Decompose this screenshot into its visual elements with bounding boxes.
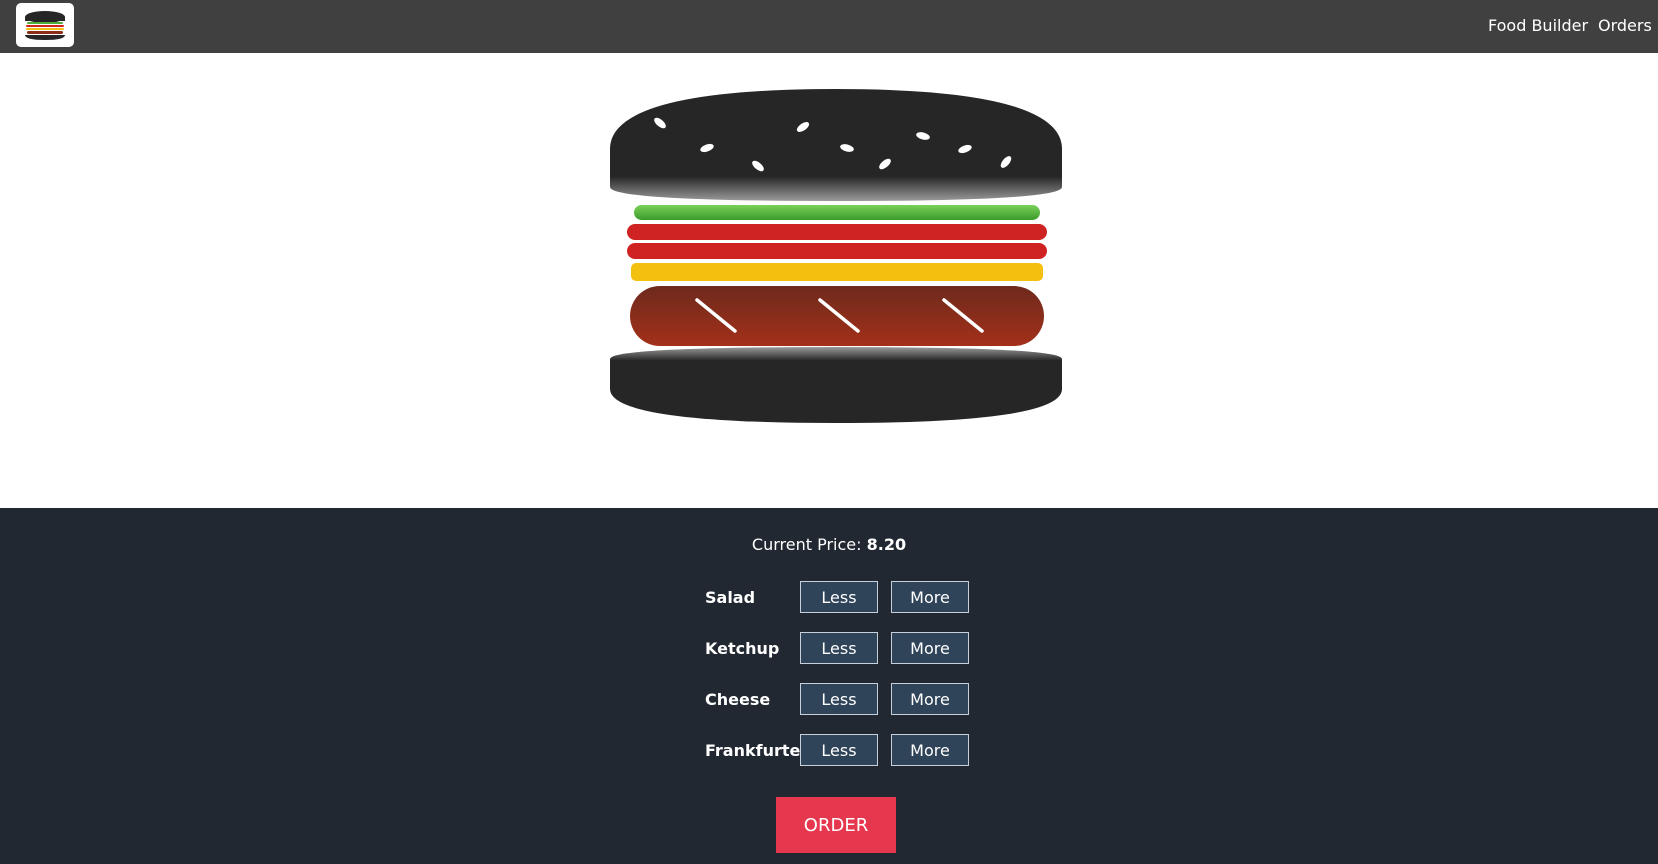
- cheese-more-button[interactable]: More: [891, 683, 969, 715]
- price-label: Current Price:: [751, 535, 862, 554]
- salad-layer: [634, 205, 1040, 220]
- order-button[interactable]: ORDER: [776, 797, 896, 853]
- ketchup-less-button[interactable]: Less: [800, 632, 878, 664]
- bottom-bun: [610, 347, 1062, 423]
- nav-link-food-builder[interactable]: Food Builder: [1488, 16, 1588, 35]
- ingredient-label: Salad: [705, 588, 756, 607]
- salad-less-button[interactable]: Less: [800, 581, 878, 613]
- cheese-less-button[interactable]: Less: [800, 683, 878, 715]
- price-value: 8.20: [866, 535, 907, 554]
- top-bun: [610, 89, 1062, 201]
- frankfurter-more-button[interactable]: More: [891, 734, 969, 766]
- build-control-salad: Salad Less More: [705, 581, 969, 613]
- frankfurter-less-button[interactable]: Less: [800, 734, 878, 766]
- salad-more-button[interactable]: More: [891, 581, 969, 613]
- ingredient-label: Ketchup: [705, 639, 780, 658]
- top-navbar: Food Builder Orders: [0, 0, 1658, 53]
- nav-link-orders[interactable]: Orders: [1598, 16, 1652, 35]
- burger-logo-icon[interactable]: [16, 3, 74, 47]
- burger-canvas: [0, 53, 1658, 508]
- ingredient-label: Cheese: [705, 690, 771, 709]
- cheese-layer: [631, 263, 1043, 281]
- ketchup-layer: [627, 243, 1047, 259]
- build-control-frankfurter: Frankfurter Less More: [705, 734, 969, 766]
- build-control-ketchup: Ketchup Less More: [705, 632, 969, 664]
- ketchup-more-button[interactable]: More: [891, 632, 969, 664]
- ketchup-layer: [627, 224, 1047, 240]
- build-controls: Current Price: 8.20 Salad Less More Ketc…: [0, 508, 1658, 864]
- current-price: Current Price: 8.20: [0, 535, 1658, 554]
- burger-illustration: [610, 89, 1062, 433]
- frankfurter-layer: [630, 286, 1044, 346]
- ingredient-label: Frankfurter: [705, 741, 809, 760]
- build-control-cheese: Cheese Less More: [705, 683, 969, 715]
